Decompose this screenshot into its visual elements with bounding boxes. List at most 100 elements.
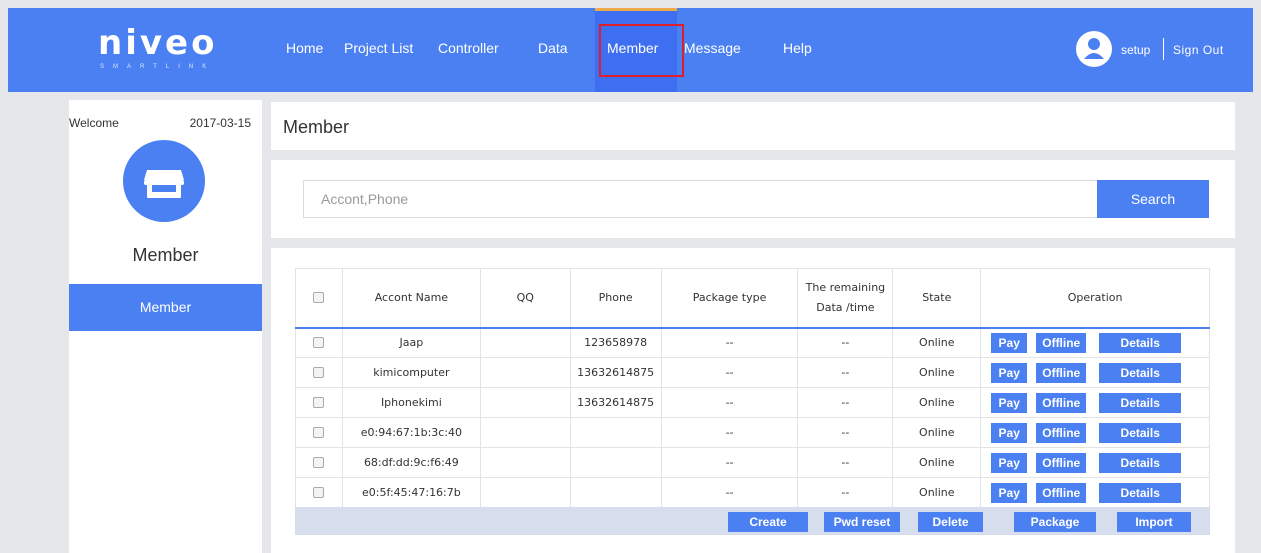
- column-header: Phone: [569, 268, 662, 328]
- cell-remaining: --: [797, 477, 894, 508]
- row-checkbox[interactable]: [313, 367, 325, 378]
- search-button[interactable]: Search: [1097, 180, 1209, 218]
- row-select-cell: [295, 417, 343, 448]
- pwd-reset-button[interactable]: Pwd reset: [824, 512, 900, 532]
- cell-qq: [479, 327, 571, 358]
- cell-state: Online: [892, 327, 982, 358]
- nav-home[interactable]: Home: [286, 40, 323, 56]
- welcome-text: Welcome: [69, 116, 119, 130]
- member-table-panel: Accont Name QQ Phone Package type The re…: [271, 248, 1235, 553]
- cell-remaining: --: [797, 417, 894, 448]
- cell-package: --: [660, 447, 799, 478]
- pay-button[interactable]: Pay: [991, 332, 1028, 353]
- nav-project-list[interactable]: Project List: [344, 40, 413, 56]
- row-select-cell: [295, 357, 343, 388]
- pay-button[interactable]: Pay: [991, 362, 1028, 383]
- offline-button[interactable]: Offline: [1036, 452, 1087, 473]
- pay-button[interactable]: Pay: [991, 482, 1028, 503]
- cell-operation: Pay Offline Details: [980, 417, 1210, 448]
- table-row: e0:94:67:1b:3c:40 -- -- Online Pay Offlin…: [295, 417, 1210, 448]
- offline-button[interactable]: Offline: [1036, 392, 1087, 413]
- cell-account-name: e0:5f:45:47:16:7b: [341, 477, 481, 508]
- offline-button[interactable]: Offline: [1036, 362, 1087, 383]
- pay-button[interactable]: Pay: [991, 422, 1028, 443]
- table-row: kimicomputer 13632614875 -- -- Online Pa…: [295, 357, 1210, 388]
- column-header-remaining: The remaining Data /time: [797, 268, 894, 328]
- cell-phone: 123658978: [569, 327, 662, 358]
- row-select-cell: [295, 447, 343, 478]
- sidebar-item-member[interactable]: Member: [69, 284, 262, 331]
- column-header: QQ: [479, 268, 571, 328]
- column-header-line: The remaining: [805, 280, 886, 294]
- delete-button[interactable]: Delete: [918, 512, 983, 532]
- cell-qq: [479, 387, 571, 418]
- nav-message[interactable]: Message: [684, 40, 741, 56]
- nav-controller[interactable]: Controller: [438, 40, 499, 56]
- table-footer-actions: Create Pwd reset Delete Package Import: [295, 507, 1210, 535]
- cell-remaining: --: [797, 387, 894, 418]
- cell-state: Online: [892, 417, 982, 448]
- column-header-line: Data /time: [816, 300, 875, 314]
- cell-package: --: [660, 357, 799, 388]
- cell-phone: [569, 477, 662, 508]
- pay-button[interactable]: Pay: [991, 452, 1028, 473]
- header-select-all[interactable]: [295, 268, 343, 328]
- offline-button[interactable]: Offline: [1036, 482, 1087, 503]
- row-checkbox[interactable]: [313, 337, 325, 349]
- select-all-checkbox[interactable]: [313, 292, 325, 304]
- logo-text: niveo: [98, 23, 218, 63]
- cell-package: --: [660, 387, 799, 418]
- active-nav-indicator: [595, 8, 677, 11]
- column-header: State: [892, 268, 982, 328]
- cell-state: Online: [892, 447, 982, 478]
- column-header: Package type: [660, 268, 799, 328]
- nav-data[interactable]: Data: [538, 40, 568, 56]
- package-button[interactable]: Package: [1014, 512, 1096, 532]
- details-button[interactable]: Details: [1099, 392, 1182, 413]
- import-button[interactable]: Import: [1117, 512, 1191, 532]
- details-button[interactable]: Details: [1099, 482, 1182, 503]
- sidebar-title: Member: [132, 245, 199, 265]
- cell-phone: [569, 447, 662, 478]
- brand-logo[interactable]: niveo SMARTLINK: [98, 26, 217, 70]
- cell-phone: 13632614875: [569, 357, 662, 388]
- row-select-cell: [295, 477, 343, 508]
- create-button[interactable]: Create: [728, 512, 808, 532]
- member-table: Accont Name QQ Phone Package type The re…: [295, 268, 1210, 508]
- title-panel: Member: [271, 102, 1235, 150]
- cell-remaining: --: [797, 327, 894, 358]
- details-button[interactable]: Details: [1099, 362, 1182, 383]
- cell-operation: Pay Offline Details: [980, 387, 1210, 418]
- row-checkbox[interactable]: [313, 397, 325, 408]
- store-icon: [123, 140, 205, 222]
- cell-package: --: [660, 477, 799, 508]
- cell-qq: [479, 417, 571, 448]
- column-header: Accont Name: [341, 268, 481, 328]
- pay-button[interactable]: Pay: [991, 392, 1028, 413]
- table-header-row: Accont Name QQ Phone Package type The re…: [295, 268, 1210, 328]
- search-panel: Search: [271, 160, 1235, 238]
- offline-button[interactable]: Offline: [1036, 422, 1087, 443]
- nav-help[interactable]: Help: [783, 40, 812, 56]
- details-button[interactable]: Details: [1099, 332, 1182, 353]
- search-input[interactable]: [303, 180, 1097, 218]
- cell-account-name: Iphonekimi: [341, 387, 481, 418]
- cell-operation: Pay Offline Details: [980, 327, 1210, 358]
- offline-button[interactable]: Offline: [1036, 332, 1087, 353]
- logo-subtext: SMARTLINK: [100, 64, 216, 70]
- row-checkbox[interactable]: [313, 457, 325, 468]
- username[interactable]: setup: [1121, 43, 1150, 57]
- user-avatar-icon[interactable]: [1076, 31, 1112, 67]
- cell-qq: [479, 447, 571, 478]
- cell-account-name: Jaap: [341, 327, 481, 358]
- row-checkbox[interactable]: [313, 427, 325, 438]
- page-title: Member: [283, 117, 350, 137]
- row-checkbox[interactable]: [313, 487, 325, 498]
- cell-account-name: 68:df:dd:9c:f6:49: [341, 447, 481, 478]
- sign-out-link[interactable]: Sign Out: [1173, 43, 1224, 57]
- top-header: niveo SMARTLINK Home Project List Contro…: [8, 8, 1253, 92]
- details-button[interactable]: Details: [1099, 422, 1182, 443]
- column-header: Operation: [980, 268, 1210, 328]
- details-button[interactable]: Details: [1099, 452, 1182, 473]
- cell-state: Online: [892, 387, 982, 418]
